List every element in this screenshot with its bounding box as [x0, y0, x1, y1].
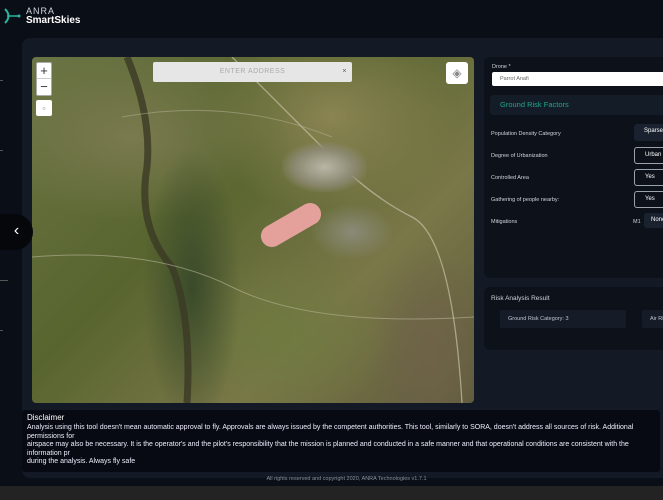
gathering-select[interactable]: Yes [634, 191, 663, 208]
map-roads [32, 57, 474, 403]
disclaimer-box: Disclaimer Analysis using this tool does… [22, 410, 660, 472]
population-label: Population Density Category [491, 131, 561, 137]
population-select[interactable]: Sparsely [634, 124, 663, 141]
drone-label: Drone * [492, 64, 511, 70]
address-input[interactable]: ENTER ADDRESS [220, 68, 286, 75]
zoom-out-button[interactable]: − [37, 79, 51, 95]
mitigations-select[interactable]: None [644, 213, 663, 228]
ground-risk-category: Ground Risk Category: 3 [500, 310, 626, 328]
mitigations-label: Mitigations [491, 219, 518, 225]
map-village [282, 142, 367, 192]
sidebar-item[interactable] [0, 330, 3, 331]
draw-tool-button[interactable]: ▫ [36, 100, 52, 116]
layers-button[interactable]: ◈ [446, 62, 468, 84]
bottom-bar [0, 486, 663, 500]
disclaimer-line: airspace may also be necessary. It is th… [27, 441, 629, 457]
risk-result-title: Risk Analysis Result [491, 295, 550, 302]
layers-icon: ◈ [452, 66, 462, 80]
controlled-area-label: Controlled Area [491, 175, 529, 181]
urbanization-label: Degree of Urbanization [491, 153, 548, 159]
drone-select[interactable]: Parrot Anafi [492, 72, 663, 86]
anra-logo-icon [4, 8, 21, 24]
sidebar-item[interactable] [0, 80, 3, 81]
disclaimer-line: Analysis using this tool doesn't mean au… [27, 424, 634, 440]
mitigations-prefix: M1 [633, 219, 641, 225]
ground-risk-panel [484, 57, 663, 278]
address-search[interactable]: ENTER ADDRESS × [153, 62, 352, 82]
disclaimer-line: during the analysis. Always fly safe [27, 458, 136, 465]
chevron-left-icon: ‹ [13, 222, 20, 239]
brand-line2: SmartSkies [26, 15, 81, 26]
controlled-area-select[interactable]: Yes [634, 169, 663, 186]
zoom-controls: + − [36, 62, 52, 96]
sidebar-divider [0, 280, 8, 281]
map-view[interactable]: + − ▫ ENTER ADDRESS × ◈ [32, 57, 474, 403]
zoom-in-button[interactable]: + [37, 63, 51, 79]
urbanization-select[interactable]: Urban - [634, 147, 663, 164]
gathering-label: Gathering of people nearby: [491, 197, 560, 203]
disclaimer-title: Disclaimer [27, 413, 65, 422]
air-risk-category: Air Risk [642, 310, 663, 328]
sidebar-item[interactable] [0, 150, 3, 151]
ground-risk-title: Ground Risk Factors [490, 95, 663, 115]
clear-address-button[interactable]: × [342, 62, 347, 82]
footer-copyright: All rights reserved and copyright 2020, … [266, 476, 427, 482]
brand-logo: ANRA SmartSkies [2, 6, 80, 26]
